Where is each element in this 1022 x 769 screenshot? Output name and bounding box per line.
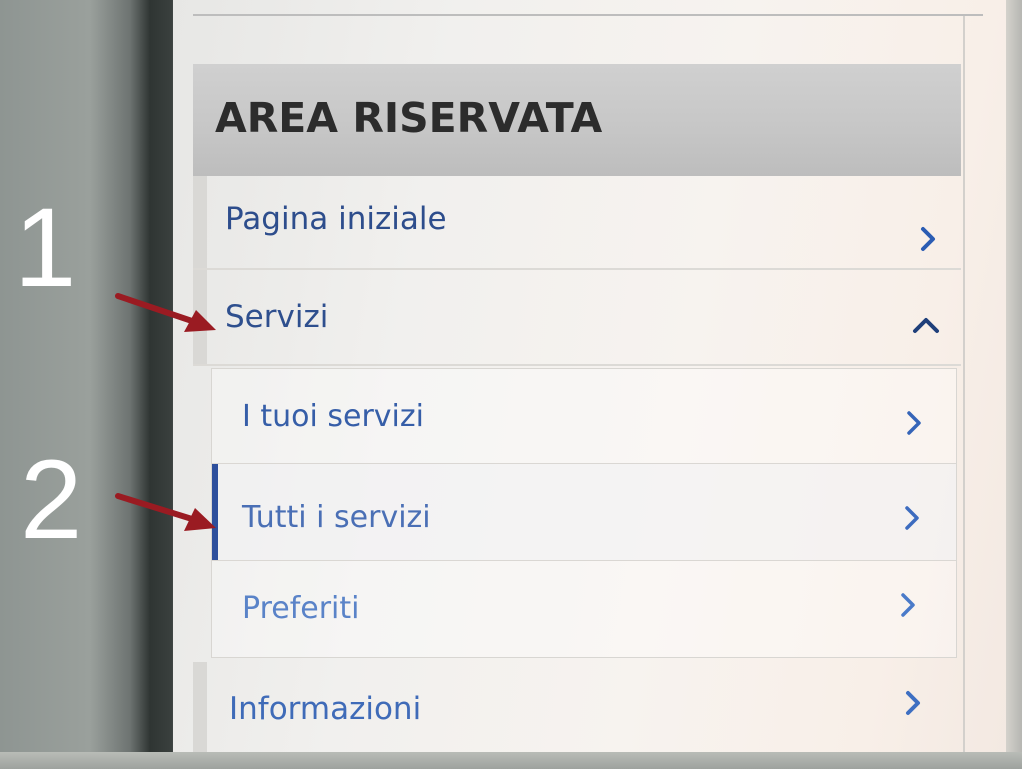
chevron-right-icon — [906, 691, 920, 715]
menu-item-informazioni[interactable]: Informazioni — [193, 662, 961, 752]
menu-header: AREA RISERVATA — [193, 64, 961, 176]
menu-item-label: Servizi — [225, 299, 329, 335]
menu-item-pagina-iniziale[interactable]: Pagina iniziale — [193, 176, 961, 270]
submenu-item-label: Preferiti — [242, 591, 360, 626]
arrow-annotation-1 — [115, 293, 216, 332]
top-divider — [193, 14, 983, 16]
photo-right-edge — [1006, 0, 1022, 769]
screen: AREA RISERVATA Pagina iniziale Servizi I… — [173, 0, 1006, 752]
item-accent — [193, 176, 207, 268]
menu-item-label: Pagina iniziale — [225, 201, 447, 237]
step-number-2: 2 — [20, 437, 83, 562]
chevron-up-icon — [913, 318, 939, 333]
photo-bottom-edge — [0, 752, 1022, 769]
submenu-item-i-tuoi-servizi[interactable]: I tuoi servizi — [212, 369, 956, 464]
submenu-item-preferiti[interactable]: Preferiti — [212, 561, 956, 657]
menu-item-servizi[interactable]: Servizi — [193, 270, 961, 366]
submenu-item-label: I tuoi servizi — [242, 399, 424, 434]
step-number-1: 1 — [14, 185, 77, 310]
menu-title: AREA RISERVATA — [215, 94, 603, 142]
chevron-right-icon — [921, 227, 935, 251]
chevron-right-icon — [905, 506, 919, 530]
submenu-item-label: Tutti i servizi — [242, 500, 431, 535]
arrow-annotation-2 — [115, 493, 216, 531]
monitor-bezel — [0, 0, 180, 769]
chevron-right-icon — [901, 593, 915, 617]
item-accent — [193, 662, 207, 752]
menu-item-label: Informazioni — [229, 691, 422, 727]
right-divider — [963, 16, 965, 752]
servizi-submenu: I tuoi servizi Tutti i servizi Preferiti — [211, 368, 957, 658]
chevron-right-icon — [907, 411, 921, 435]
submenu-item-tutti-i-servizi[interactable]: Tutti i servizi — [212, 464, 956, 561]
